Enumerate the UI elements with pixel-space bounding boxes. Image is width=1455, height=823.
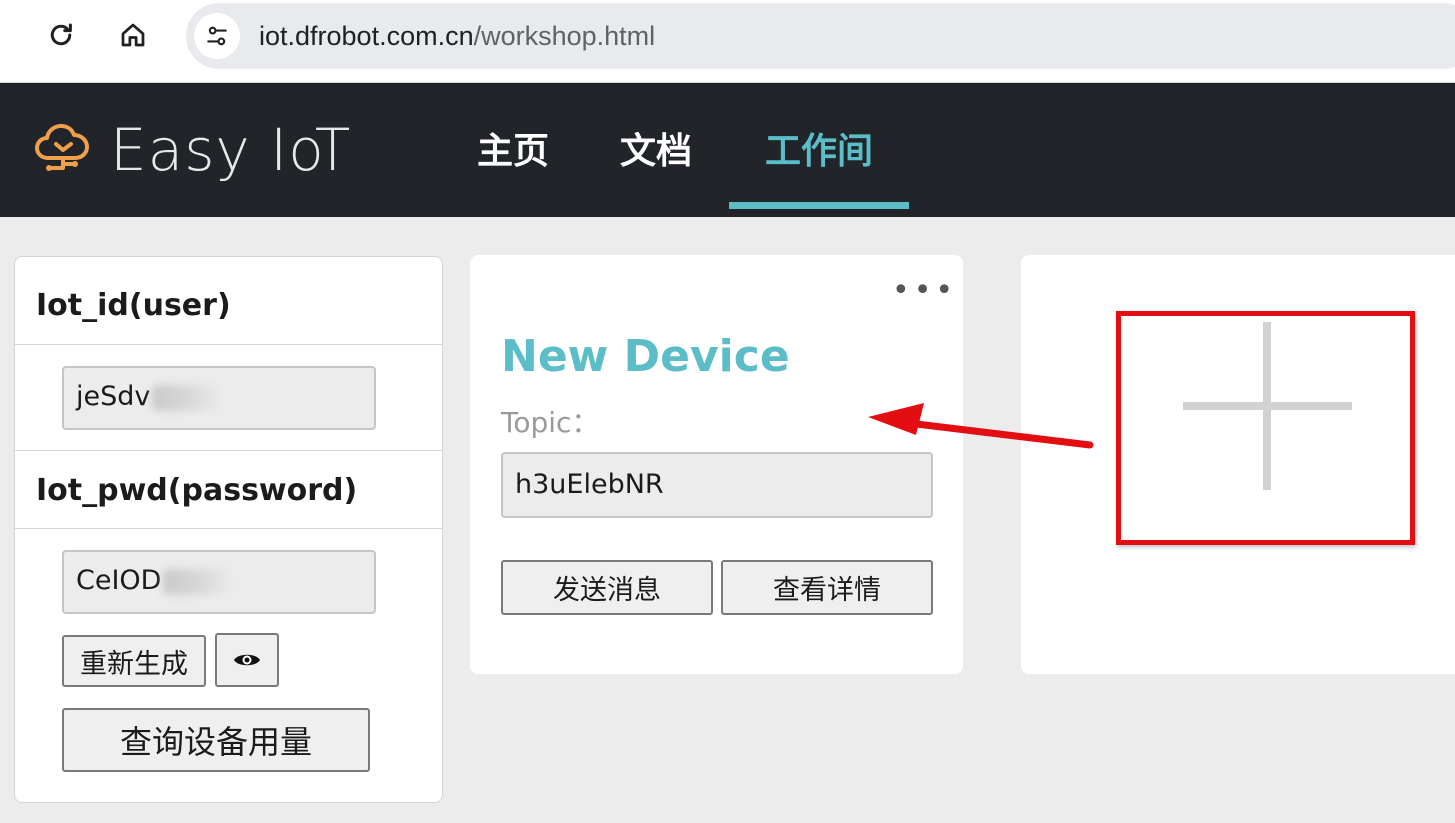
annotation-highlight-box <box>1116 311 1415 545</box>
iot-pwd-label: Iot_pwd(password) <box>36 473 358 508</box>
url-text[interactable]: iot.dfrobot.com.cn/workshop.html <box>259 19 655 53</box>
home-icon[interactable] <box>116 18 150 52</box>
app-navbar: Easy IoT 主页 文档 工作间 <box>0 83 1455 217</box>
redacted-text <box>163 568 234 595</box>
iot-id-field[interactable]: jeSdv <box>62 366 376 430</box>
account-card: Iot_id(user) jeSdv Iot_pwd(password) CeI… <box>14 256 443 803</box>
view-details-button[interactable]: 查看详情 <box>721 560 933 615</box>
divider <box>15 344 442 345</box>
url-host: iot.dfrobot.com.cn <box>259 21 474 51</box>
iot-pwd-value: CeIOD <box>76 565 162 596</box>
active-tab-indicator <box>729 202 909 209</box>
eye-icon <box>233 645 261 676</box>
logo-text[interactable]: Easy IoT <box>110 117 351 183</box>
device-card: ••• New Device Topic： h3uElebNR 发送消息 查看详… <box>470 255 963 674</box>
regenerate-button[interactable]: 重新生成 <box>62 635 206 687</box>
browser-toolbar: iot.dfrobot.com.cn/workshop.html <box>0 0 1455 83</box>
iot-id-value: jeSdv <box>76 381 151 412</box>
divider <box>15 450 442 451</box>
address-bar[interactable]: iot.dfrobot.com.cn/workshop.html <box>186 3 1455 69</box>
url-path: /workshop.html <box>473 21 656 51</box>
send-message-button[interactable]: 发送消息 <box>501 560 713 615</box>
cloud-tree-icon <box>34 120 92 184</box>
redacted-text <box>152 384 223 411</box>
topic-value: h3uElebNR <box>515 469 664 500</box>
nav-docs[interactable]: 文档 <box>620 130 692 174</box>
nav-home[interactable]: 主页 <box>477 130 549 174</box>
nav-workshop[interactable]: 工作间 <box>765 130 873 174</box>
iot-pwd-field[interactable]: CeIOD <box>62 550 376 614</box>
reveal-password-button[interactable] <box>215 633 279 687</box>
divider <box>15 528 442 529</box>
query-usage-button[interactable]: 查询设备用量 <box>62 708 370 772</box>
more-options-icon[interactable]: ••• <box>892 276 957 306</box>
annotation-arrow <box>868 403 1094 449</box>
iot-id-label: Iot_id(user) <box>36 288 231 323</box>
topic-label: Topic： <box>501 406 600 439</box>
device-name[interactable]: New Device <box>501 330 790 384</box>
tune-icon[interactable] <box>194 13 240 59</box>
reload-icon[interactable] <box>44 18 78 52</box>
topic-field[interactable]: h3uElebNR <box>501 452 933 518</box>
